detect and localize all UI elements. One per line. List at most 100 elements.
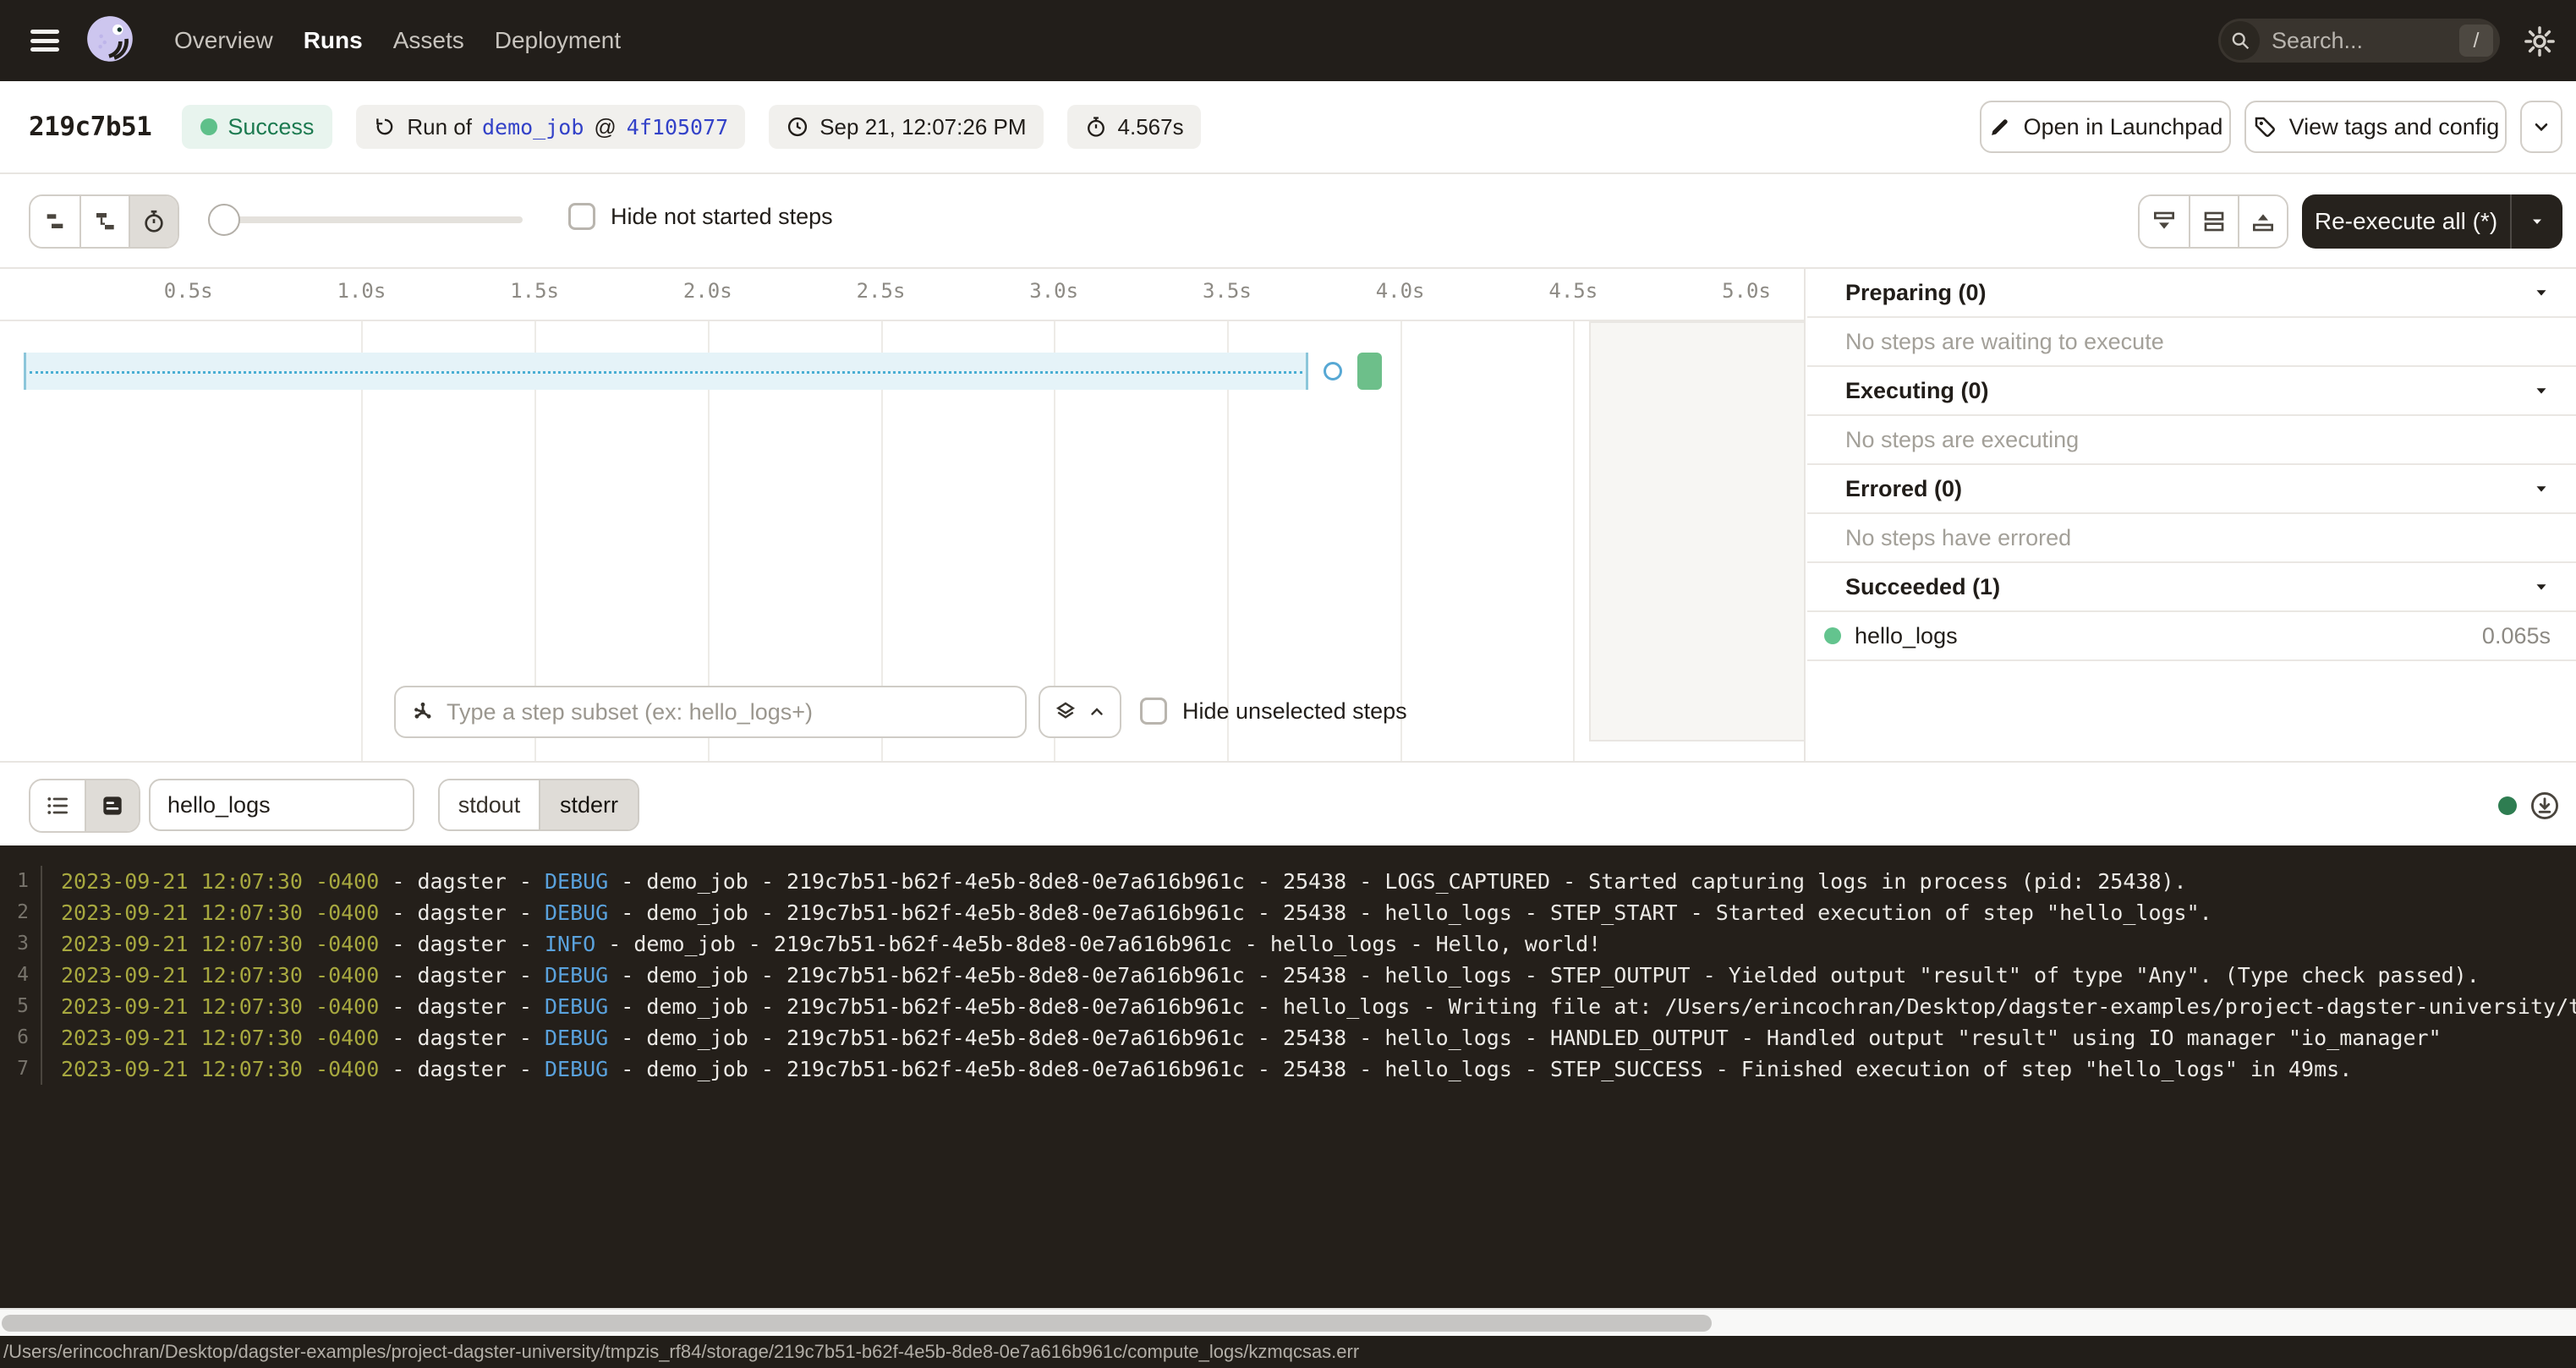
nav-item-runs[interactable]: Runs bbox=[304, 27, 363, 54]
run-gantt-section: 0.5s1.0s1.5s2.0s2.5s3.0s3.5s4.0s4.5s5.0s… bbox=[0, 269, 2576, 763]
panel-section-header[interactable]: Executing (0) bbox=[1807, 367, 2576, 416]
panel-split-button[interactable] bbox=[2189, 196, 2238, 247]
split-rows-icon bbox=[2201, 208, 2228, 235]
open-in-launchpad-button[interactable]: Open in Launchpad bbox=[1980, 101, 2231, 153]
panel-section-header[interactable]: Errored (0) bbox=[1807, 465, 2576, 514]
log-file-path: /Users/erincochran/Desktop/dagster-examp… bbox=[3, 1341, 1359, 1363]
stopwatch-icon bbox=[140, 208, 167, 235]
nav-item-assets[interactable]: Assets bbox=[393, 27, 464, 54]
gantt-toolbar: Hide not started steps Re-execute all (*… bbox=[0, 176, 2576, 269]
tab-stderr[interactable]: stderr bbox=[539, 780, 638, 829]
nav-item-deployment[interactable]: Deployment bbox=[495, 27, 621, 54]
panel-empty-message: No steps have errored bbox=[1807, 514, 2576, 563]
top-navigation: Overview Runs Assets Deployment Search..… bbox=[0, 0, 2576, 81]
axis-tick: 0.5s bbox=[151, 279, 227, 303]
waiting-dotted-line bbox=[30, 371, 1302, 374]
hide-not-started-option: Hide not started steps bbox=[568, 203, 833, 230]
job-name-link[interactable]: demo_job bbox=[482, 115, 584, 140]
header-actions: Open in Launchpad View tags and config bbox=[1980, 81, 2576, 172]
log-line: 32023-09-21 12:07:30 -0400 - dagster - I… bbox=[0, 928, 2576, 960]
duration-pill: 4.567s bbox=[1067, 105, 1201, 149]
reexecute-dropdown-button[interactable] bbox=[2510, 194, 2562, 249]
run-steps-panel: Preparing (0)No steps are waiting to exe… bbox=[1807, 269, 2576, 761]
log-status-dot bbox=[2498, 796, 2517, 815]
scrollbar-thumb[interactable] bbox=[2, 1315, 1712, 1332]
step-status-dot bbox=[1824, 627, 1841, 644]
axis-tick: 3.0s bbox=[1016, 279, 1092, 303]
step-subset-placeholder: Type a step subset (ex: hello_logs+) bbox=[447, 699, 813, 725]
search-input[interactable]: Search... / bbox=[2218, 19, 2500, 63]
tag-icon bbox=[2252, 114, 2277, 140]
download-logs-button[interactable] bbox=[2529, 790, 2561, 822]
axis-tick: 4.0s bbox=[1362, 279, 1439, 303]
run-of-label: Run of bbox=[407, 114, 472, 140]
flat-view-button[interactable] bbox=[30, 196, 79, 247]
gantt-view-toggle bbox=[29, 194, 179, 249]
caret-down-icon bbox=[2532, 381, 2551, 400]
panel-empty-message: No steps are waiting to execute bbox=[1807, 318, 2576, 367]
run-more-actions-button[interactable] bbox=[2520, 101, 2562, 153]
log-line: 42023-09-21 12:07:30 -0400 - dagster - D… bbox=[0, 960, 2576, 991]
gantt-plot: Type a step subset (ex: hello_logs+) Hid… bbox=[0, 321, 1804, 761]
duration-label: 4.567s bbox=[1118, 114, 1184, 140]
hide-not-started-label: Hide not started steps bbox=[611, 204, 833, 230]
panel-top-button[interactable] bbox=[2238, 196, 2287, 247]
waterfall-view-icon bbox=[91, 208, 118, 235]
view-tags-config-button[interactable]: View tags and config bbox=[2244, 101, 2507, 153]
gantt-zoom-slider[interactable] bbox=[211, 216, 523, 223]
commit-link[interactable]: 4f105077 bbox=[627, 115, 728, 140]
gantt-chart: 0.5s1.0s1.5s2.0s2.5s3.0s3.5s4.0s4.5s5.0s… bbox=[0, 269, 1806, 761]
layers-icon bbox=[1053, 699, 1078, 725]
panel-bottom-button[interactable] bbox=[2140, 196, 2189, 247]
log-line: 62023-09-21 12:07:30 -0400 - dagster - D… bbox=[0, 1022, 2576, 1053]
menu-icon[interactable] bbox=[30, 30, 59, 52]
chevron-up-icon bbox=[1087, 702, 1107, 722]
status-badge: Success bbox=[182, 105, 332, 149]
axis-tick: 2.5s bbox=[843, 279, 919, 303]
caret-down-icon bbox=[2532, 479, 2551, 498]
section-title: Executing (0) bbox=[1845, 378, 2532, 404]
panel-section-header[interactable]: Succeeded (1) bbox=[1807, 563, 2576, 612]
nav-item-overview[interactable]: Overview bbox=[174, 27, 273, 54]
pencil-icon bbox=[1988, 115, 2012, 139]
timed-view-button[interactable] bbox=[129, 196, 178, 247]
reexecute-all-button[interactable]: Re-execute all (*) bbox=[2302, 194, 2562, 249]
timestamp-pill: Sep 21, 12:07:26 PM bbox=[769, 105, 1043, 149]
log-line: 22023-09-21 12:07:30 -0400 - dagster - D… bbox=[0, 897, 2576, 928]
step-subset-row: Type a step subset (ex: hello_logs+) Hid… bbox=[0, 685, 1804, 739]
log-filter-input[interactable] bbox=[149, 779, 414, 831]
step-subset-input[interactable]: Type a step subset (ex: hello_logs+) bbox=[394, 686, 1027, 738]
panel-step-row[interactable]: hello_logs0.065s bbox=[1807, 612, 2576, 661]
download-icon bbox=[2529, 790, 2561, 822]
axis-tick: 5.0s bbox=[1708, 279, 1784, 303]
tab-stdout[interactable]: stdout bbox=[440, 780, 539, 829]
list-icon bbox=[44, 792, 71, 819]
step-bar-hello-logs[interactable] bbox=[1357, 353, 1382, 390]
chevron-down-icon bbox=[2530, 116, 2552, 138]
axis-tick: 1.0s bbox=[323, 279, 399, 303]
flat-view-icon bbox=[41, 208, 69, 235]
at-symbol: @ bbox=[594, 114, 616, 140]
slider-handle[interactable] bbox=[208, 204, 240, 236]
hide-not-started-checkbox[interactable] bbox=[568, 203, 595, 230]
raw-log-view-button[interactable] bbox=[85, 780, 139, 831]
timestamp-label: Sep 21, 12:07:26 PM bbox=[819, 114, 1026, 140]
hide-unselected-checkbox[interactable] bbox=[1140, 698, 1167, 725]
caret-down-icon bbox=[2527, 211, 2547, 232]
log-line: 52023-09-21 12:07:30 -0400 - dagster - D… bbox=[0, 991, 2576, 1022]
axis-tick: 1.5s bbox=[496, 279, 573, 303]
panel-section-header[interactable]: Preparing (0) bbox=[1807, 269, 2576, 318]
log-view-toggle bbox=[29, 779, 140, 833]
run-id-title: 219c7b51 bbox=[29, 112, 151, 142]
log-line: 12023-09-21 12:07:30 -0400 - dagster - D… bbox=[0, 866, 2576, 897]
waterfall-view-button[interactable] bbox=[79, 196, 129, 247]
log-horizontal-scrollbar[interactable] bbox=[0, 1308, 2576, 1336]
axis-tick: 2.0s bbox=[670, 279, 746, 303]
run-of-pill: Run of demo_job @ 4f105077 bbox=[356, 105, 745, 149]
graph-options-button[interactable] bbox=[1039, 686, 1121, 738]
gear-icon[interactable] bbox=[2522, 24, 2557, 59]
structured-log-view-button[interactable] bbox=[30, 780, 85, 831]
step-name: hello_logs bbox=[1855, 623, 2469, 649]
step-waiting-bar bbox=[24, 353, 1308, 390]
dagster-logo[interactable] bbox=[83, 13, 139, 68]
